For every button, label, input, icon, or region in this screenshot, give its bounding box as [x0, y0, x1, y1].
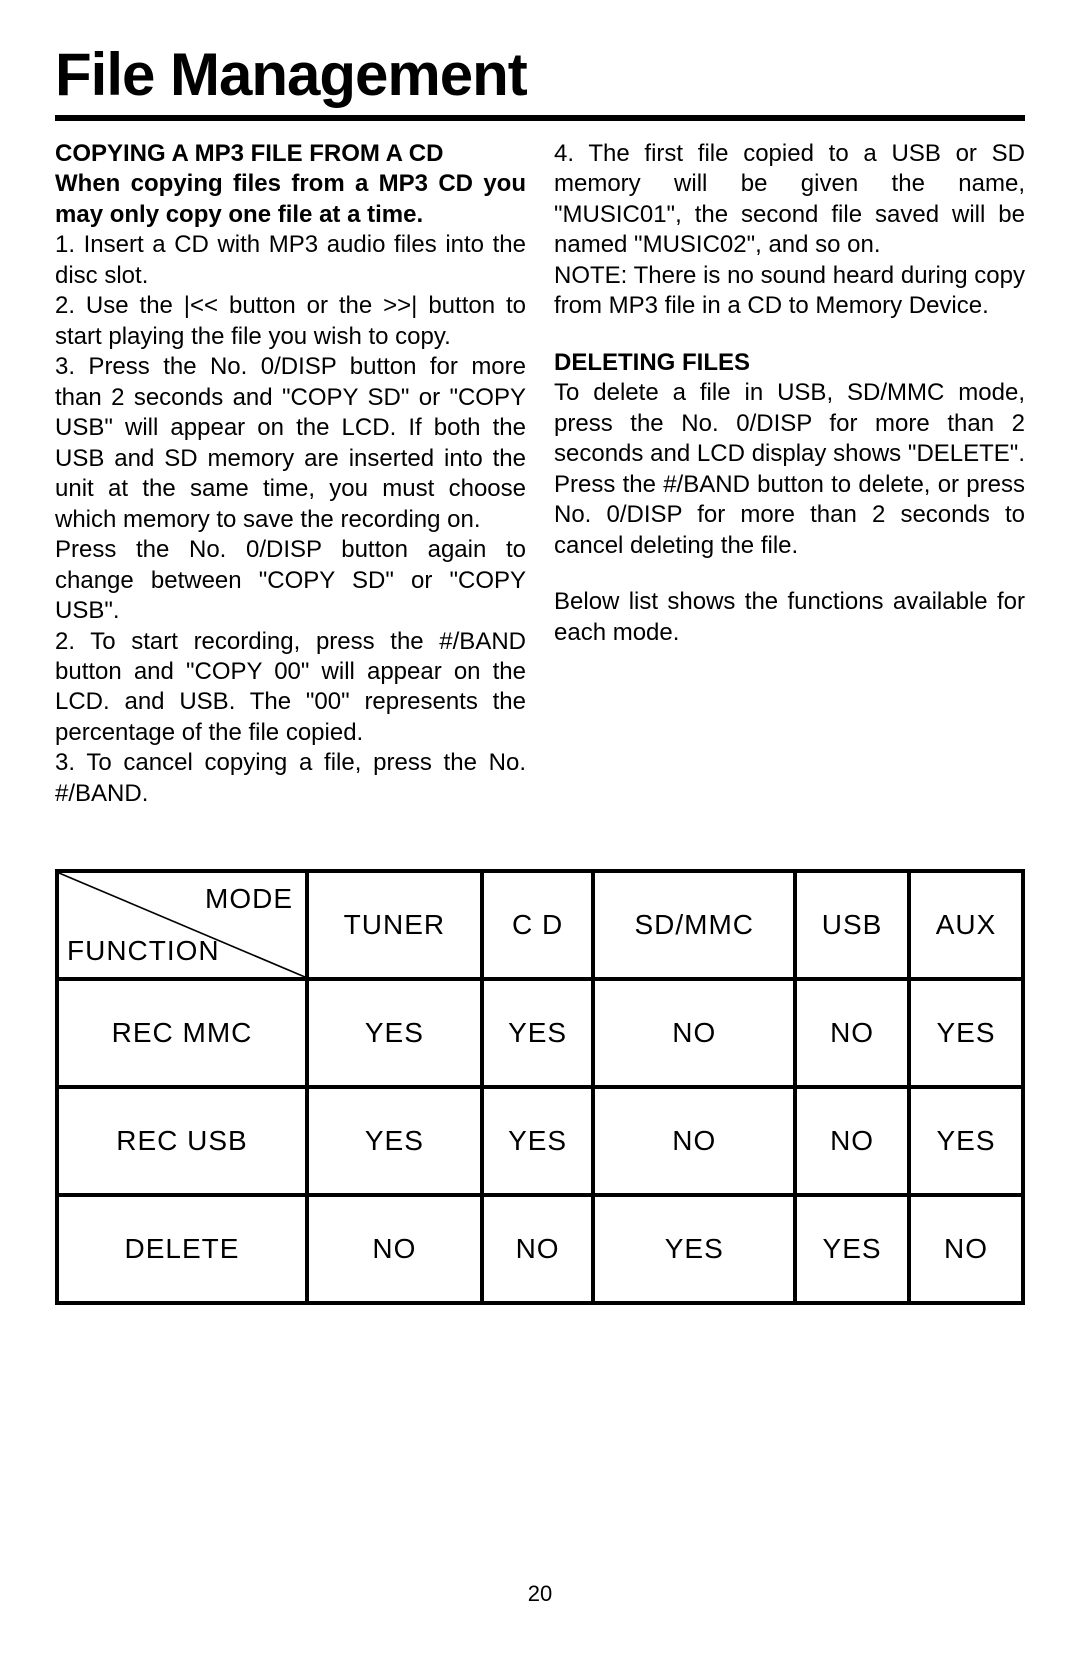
col-header-sdmmc: SD/MMC	[593, 871, 795, 979]
table-cell: YES	[482, 1087, 594, 1195]
table-cell: NO	[909, 1195, 1023, 1303]
page: File Management COPYING A MP3 FILE FROM …	[0, 0, 1080, 1305]
section-subheading-copying: When copying files from a MP3 CD you may…	[55, 169, 526, 230]
section-heading-copying: COPYING A MP3 FILE FROM A CD	[55, 139, 526, 169]
body-columns: COPYING A MP3 FILE FROM A CD When copyin…	[55, 139, 1025, 809]
col-header-aux: AUX	[909, 871, 1023, 979]
function-mode-table: MODE FUNCTION TUNER C D SD/MMC USB AUX R…	[55, 869, 1025, 1305]
section-heading-deleting: DELETING FILES	[554, 348, 1025, 378]
right-column: 4. The first file copied to a USB or SD …	[554, 139, 1025, 809]
row-label: REC MMC	[57, 979, 307, 1087]
left-column: COPYING A MP3 FILE FROM A CD When copyin…	[55, 139, 526, 809]
table-cell: YES	[593, 1195, 795, 1303]
table-cell: NO	[593, 1087, 795, 1195]
table-header-row: MODE FUNCTION TUNER C D SD/MMC USB AUX	[57, 871, 1023, 979]
table-cell: YES	[909, 1087, 1023, 1195]
table-cell: YES	[482, 979, 594, 1087]
table-cell: NO	[795, 979, 909, 1087]
table-corner-cell: MODE FUNCTION	[57, 871, 307, 979]
page-title: File Management	[55, 40, 1025, 109]
table-row: DELETE NO NO YES YES NO	[57, 1195, 1023, 1303]
body-text: To delete a file in USB, SD/MMC mode, pr…	[554, 378, 1025, 561]
col-header-usb: USB	[795, 871, 909, 979]
table-cell: NO	[307, 1195, 482, 1303]
body-text: NOTE: There is no sound heard during cop…	[554, 261, 1025, 322]
col-header-tuner: TUNER	[307, 871, 482, 979]
body-text: 1. Insert a CD with MP3 audio files into…	[55, 230, 526, 291]
corner-function-label: FUNCTION	[67, 935, 220, 967]
table-row: REC USB YES YES NO NO YES	[57, 1087, 1023, 1195]
body-text: 4. The first file copied to a USB or SD …	[554, 139, 1025, 261]
row-label: DELETE	[57, 1195, 307, 1303]
page-number: 20	[0, 1581, 1080, 1607]
table-cell: NO	[482, 1195, 594, 1303]
table-cell: NO	[593, 979, 795, 1087]
function-table-wrap: MODE FUNCTION TUNER C D SD/MMC USB AUX R…	[55, 869, 1025, 1305]
body-text: Below list shows the functions available…	[554, 587, 1025, 648]
body-text: Press the No. 0/DISP button again to cha…	[55, 535, 526, 626]
table-cell: YES	[795, 1195, 909, 1303]
body-text: 3. Press the No. 0/DISP button for more …	[55, 352, 526, 535]
title-rule	[55, 115, 1025, 121]
body-text: 2. To start recording, press the #/BAND …	[55, 627, 526, 749]
row-label: REC USB	[57, 1087, 307, 1195]
table-cell: YES	[307, 1087, 482, 1195]
col-header-cd: C D	[482, 871, 594, 979]
table-cell: YES	[307, 979, 482, 1087]
table-cell: NO	[795, 1087, 909, 1195]
corner-mode-label: MODE	[205, 883, 293, 915]
table-row: REC MMC YES YES NO NO YES	[57, 979, 1023, 1087]
table-cell: YES	[909, 979, 1023, 1087]
body-text: 2. Use the |<< button or the >>| button …	[55, 291, 526, 352]
body-text: 3. To cancel copying a file, press the N…	[55, 748, 526, 809]
